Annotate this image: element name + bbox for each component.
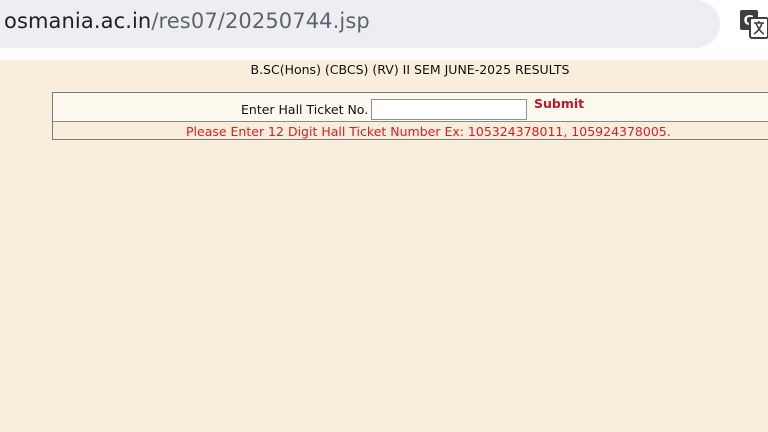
submit-button[interactable]: Submit	[534, 96, 584, 111]
hall-ticket-input[interactable]	[371, 99, 527, 120]
hall-ticket-row: Enter Hall Ticket No. : Submit	[53, 93, 768, 122]
hall-ticket-hint: Please Enter 12 Digit Hall Ticket Number…	[186, 124, 671, 139]
url-text[interactable]: osmania.ac.in/res07/20250744.jsp	[4, 9, 370, 33]
page-title: B.SC(Hons) (CBCS) (RV) II SEM JUNE-2025 …	[250, 62, 570, 77]
browser-address-bar: s osmania.ac.in/res07/20250744.jsp G	[0, 0, 768, 60]
results-page: B.SC(Hons) (CBCS) (RV) II SEM JUNE-2025 …	[0, 60, 768, 432]
url-field[interactable]: s osmania.ac.in/res07/20250744.jsp	[0, 0, 720, 48]
url-domain: osmania.ac.in	[4, 9, 152, 33]
hall-ticket-form: Enter Hall Ticket No. : Submit Please En…	[52, 92, 768, 140]
hall-ticket-label: Enter Hall Ticket No. :	[241, 102, 377, 117]
url-path: /res07/20250744.jsp	[151, 9, 370, 33]
translate-icon[interactable]: G	[739, 9, 768, 39]
